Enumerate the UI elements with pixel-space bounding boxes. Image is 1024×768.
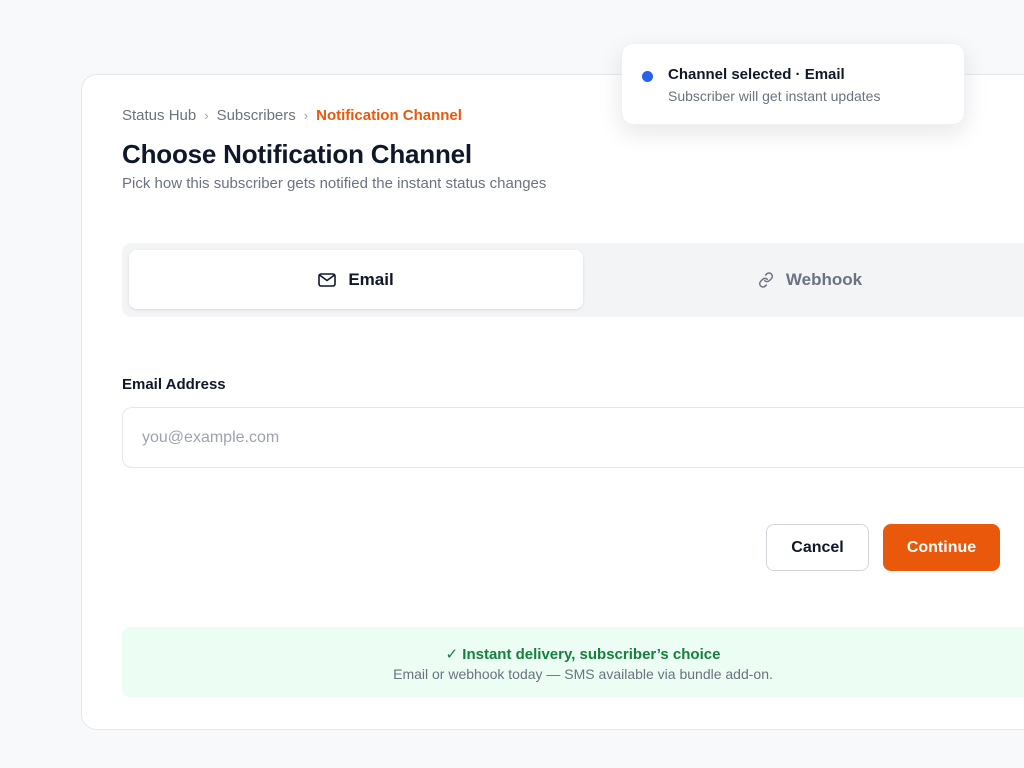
channel-card: Status Hub › Subscribers › Notification … bbox=[81, 74, 1024, 730]
breadcrumb-separator: › bbox=[204, 108, 209, 123]
email-address-label: Email Address bbox=[122, 376, 226, 393]
breadcrumb-current: Notification Channel bbox=[316, 107, 462, 124]
breadcrumb-item-subscribers[interactable]: Subscribers bbox=[217, 107, 296, 124]
mail-icon bbox=[318, 272, 337, 287]
info-banner: ✓ Instant delivery, subscriber’s choice … bbox=[122, 627, 1024, 697]
email-address-input[interactable] bbox=[122, 407, 1024, 468]
toast-notification: Channel selected · Email Subscriber will… bbox=[621, 43, 965, 125]
cancel-button[interactable]: Cancel bbox=[766, 524, 869, 571]
continue-button[interactable]: Continue bbox=[883, 524, 1000, 571]
channel-option-email[interactable]: Email bbox=[129, 250, 583, 309]
breadcrumb-item-status-hub[interactable]: Status Hub bbox=[122, 107, 196, 124]
toast-title: Channel selected · Email bbox=[668, 66, 845, 83]
channel-selector: Email Webhook bbox=[122, 243, 1024, 317]
status-dot bbox=[642, 71, 653, 82]
banner-headline: ✓ Instant delivery, subscriber’s choice bbox=[445, 646, 721, 663]
page-subtitle: Pick how this subscriber gets notified t… bbox=[122, 175, 547, 192]
breadcrumb: Status Hub › Subscribers › Notification … bbox=[122, 107, 462, 124]
banner-note: Email or webhook today — SMS available v… bbox=[393, 666, 773, 682]
channel-option-webhook-label: Webhook bbox=[785, 269, 863, 289]
toast-body: Subscriber will get instant updates bbox=[668, 88, 881, 104]
channel-option-email-label: Email bbox=[348, 269, 394, 289]
breadcrumb-separator: › bbox=[303, 108, 309, 123]
page-title: Choose Notification Channel bbox=[122, 139, 472, 169]
channel-option-webhook[interactable]: Webhook bbox=[583, 250, 1024, 309]
link-icon bbox=[758, 271, 773, 288]
